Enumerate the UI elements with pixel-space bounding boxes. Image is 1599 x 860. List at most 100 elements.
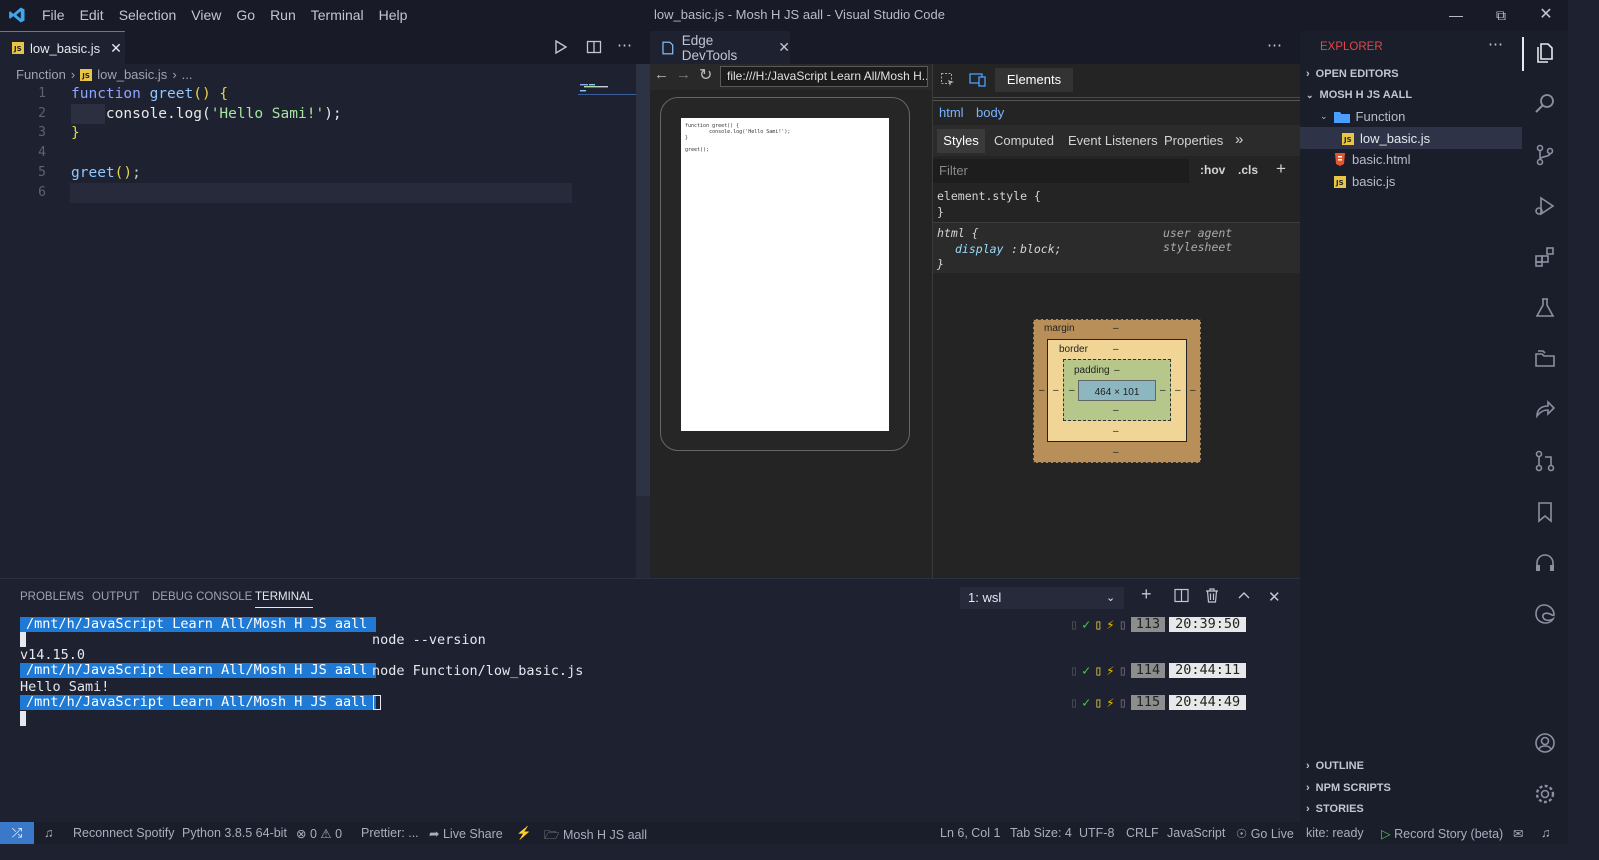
- breadcrumb-more[interactable]: ...: [182, 67, 193, 82]
- status-cursor-position[interactable]: Ln 6, Col 1: [940, 826, 1000, 840]
- tab-properties[interactable]: Properties: [1164, 133, 1223, 148]
- tab-computed[interactable]: Computed: [994, 133, 1054, 148]
- menu-run[interactable]: Run: [270, 7, 296, 23]
- notifications-bell-icon[interactable]: ♫: [1541, 826, 1550, 840]
- tab-low-basic-js[interactable]: JS low_basic.js ✕: [0, 31, 125, 64]
- live-share-icon[interactable]: [1533, 398, 1557, 422]
- remote-indicator-icon[interactable]: ⤮: [0, 822, 34, 844]
- close-window-icon[interactable]: ✕: [1533, 4, 1559, 26]
- status-encoding[interactable]: UTF-8: [1079, 826, 1114, 840]
- more-actions-icon[interactable]: ⋯: [1488, 35, 1503, 53]
- tab-problems[interactable]: PROBLEMS: [20, 591, 84, 603]
- menu-terminal[interactable]: Terminal: [311, 7, 364, 23]
- tab-event-listeners[interactable]: Event Listeners: [1068, 133, 1158, 148]
- close-icon[interactable]: ✕: [778, 39, 790, 56]
- back-arrow-icon[interactable]: ←: [654, 66, 669, 83]
- split-editor-icon[interactable]: [586, 39, 602, 55]
- tab-debug-console[interactable]: DEBUG CONSOLE: [152, 591, 252, 603]
- status-python[interactable]: Python 3.8.5 64-bit: [182, 826, 287, 840]
- split-terminal-icon[interactable]: [1174, 588, 1189, 603]
- ua-rule-property[interactable]: display: [955, 242, 1003, 256]
- source-control-icon[interactable]: [1533, 143, 1557, 167]
- testing-flask-icon[interactable]: [1533, 296, 1557, 320]
- status-eol[interactable]: CRLF: [1126, 826, 1159, 840]
- section-npm-scripts[interactable]: › NPM SCRIPTS: [1306, 782, 1391, 794]
- edge-browser-icon[interactable]: [1533, 602, 1557, 626]
- tab-edge-devtools[interactable]: Edge DevTools ✕: [650, 31, 790, 64]
- settings-gear-icon[interactable]: [1533, 782, 1557, 806]
- new-terminal-icon[interactable]: +: [1141, 584, 1152, 605]
- status-language[interactable]: JavaScript: [1167, 826, 1225, 840]
- menu-edit[interactable]: Edit: [80, 7, 104, 23]
- forward-arrow-icon[interactable]: →: [676, 66, 691, 83]
- style-rule-selector[interactable]: element.style {: [937, 189, 1041, 203]
- extensions-icon[interactable]: [1533, 245, 1557, 269]
- editor-scrollbar[interactable]: [636, 64, 650, 578]
- terminal-select[interactable]: 1: wsl ⌄: [960, 587, 1124, 609]
- code-line[interactable]: 1 function greet() {: [0, 84, 636, 104]
- file-basic-html[interactable]: basic.html: [1334, 152, 1411, 167]
- inspect-element-icon[interactable]: [940, 72, 956, 88]
- tab-output[interactable]: OUTPUT: [92, 591, 139, 603]
- feedback-icon[interactable]: ✉: [1513, 826, 1523, 841]
- search-icon[interactable]: [1533, 92, 1557, 116]
- maximize-panel-icon[interactable]: [1237, 588, 1251, 603]
- breadcrumb-file[interactable]: low_basic.js: [97, 67, 167, 82]
- run-debug-icon[interactable]: [1533, 194, 1557, 218]
- code-line[interactable]: 6: [0, 183, 636, 203]
- breadcrumb-folder[interactable]: Function: [16, 67, 66, 82]
- file-low-basic-js[interactable]: JS low_basic.js: [1342, 131, 1430, 146]
- menu-help[interactable]: Help: [379, 7, 408, 23]
- section-workspace[interactable]: ⌄ MOSH H JS AALL: [1306, 89, 1412, 101]
- status-record-story[interactable]: ▷ Record Story (beta): [1381, 826, 1503, 841]
- tab-terminal[interactable]: TERMINAL: [255, 591, 314, 608]
- files-icon[interactable]: [1533, 41, 1557, 65]
- crumb-html[interactable]: html: [939, 105, 964, 120]
- file-basic-js[interactable]: JS basic.js: [1334, 174, 1395, 189]
- headphones-icon[interactable]: [1533, 551, 1557, 575]
- folder-stack-icon[interactable]: [1533, 347, 1557, 371]
- status-tab-size[interactable]: Tab Size: 4: [1010, 826, 1072, 840]
- hov-button[interactable]: :hov: [1200, 163, 1225, 177]
- code-line[interactable]: 4: [0, 143, 636, 163]
- more-actions-icon[interactable]: ⋯: [1267, 36, 1282, 54]
- account-icon[interactable]: [1533, 731, 1557, 755]
- trash-icon[interactable]: [1205, 588, 1219, 603]
- pull-request-icon[interactable]: [1533, 449, 1557, 473]
- cls-button[interactable]: .cls: [1238, 163, 1258, 177]
- scroll-thumb[interactable]: [636, 64, 650, 496]
- more-actions-icon[interactable]: ⋯: [617, 36, 632, 54]
- section-open-editors[interactable]: › OPEN EDITORS: [1306, 68, 1399, 80]
- close-icon[interactable]: ✕: [110, 40, 122, 57]
- status-live-share[interactable]: ➦ Live Share: [429, 826, 503, 841]
- tab-elements[interactable]: Elements: [995, 68, 1073, 92]
- code-line[interactable]: 3}: [0, 123, 636, 143]
- reload-icon[interactable]: ↻: [699, 65, 712, 85]
- code-line[interactable]: 5 greet();: [0, 163, 636, 183]
- section-stories[interactable]: › STORIES: [1306, 803, 1364, 815]
- status-kite[interactable]: kite: ready: [1306, 826, 1364, 840]
- section-outline[interactable]: › OUTLINE: [1306, 760, 1364, 772]
- styles-filter-input[interactable]: Filter: [933, 159, 1189, 183]
- lightning-icon[interactable]: ⚡: [516, 826, 532, 841]
- status-prettier[interactable]: Prettier: ...: [361, 826, 419, 840]
- tab-styles[interactable]: Styles: [937, 129, 985, 153]
- crumb-body[interactable]: body: [976, 105, 1004, 120]
- url-input[interactable]: file:///H:/JavaScript Learn All/Mosh H..…: [720, 66, 928, 87]
- device-emulation-icon[interactable]: [969, 73, 987, 87]
- menu-go[interactable]: Go: [236, 7, 255, 23]
- bookmark-icon[interactable]: [1533, 500, 1557, 524]
- minimize-icon[interactable]: —: [1443, 4, 1469, 26]
- restore-icon[interactable]: ⧉: [1488, 4, 1514, 26]
- ua-rule-selector[interactable]: html {: [937, 226, 979, 240]
- status-spotify[interactable]: Reconnect Spotify: [73, 826, 174, 840]
- status-go-live[interactable]: ☉ Go Live: [1236, 826, 1294, 841]
- close-panel-icon[interactable]: ✕: [1268, 588, 1281, 606]
- minimap[interactable]: [578, 84, 636, 98]
- menu-view[interactable]: View: [191, 7, 221, 23]
- run-icon[interactable]: [553, 39, 569, 55]
- ua-rule-value[interactable]: block;: [1020, 242, 1062, 256]
- menu-selection[interactable]: Selection: [119, 7, 177, 23]
- folder-function[interactable]: ⌄ Function: [1320, 109, 1405, 124]
- new-rule-button[interactable]: +: [1276, 159, 1286, 179]
